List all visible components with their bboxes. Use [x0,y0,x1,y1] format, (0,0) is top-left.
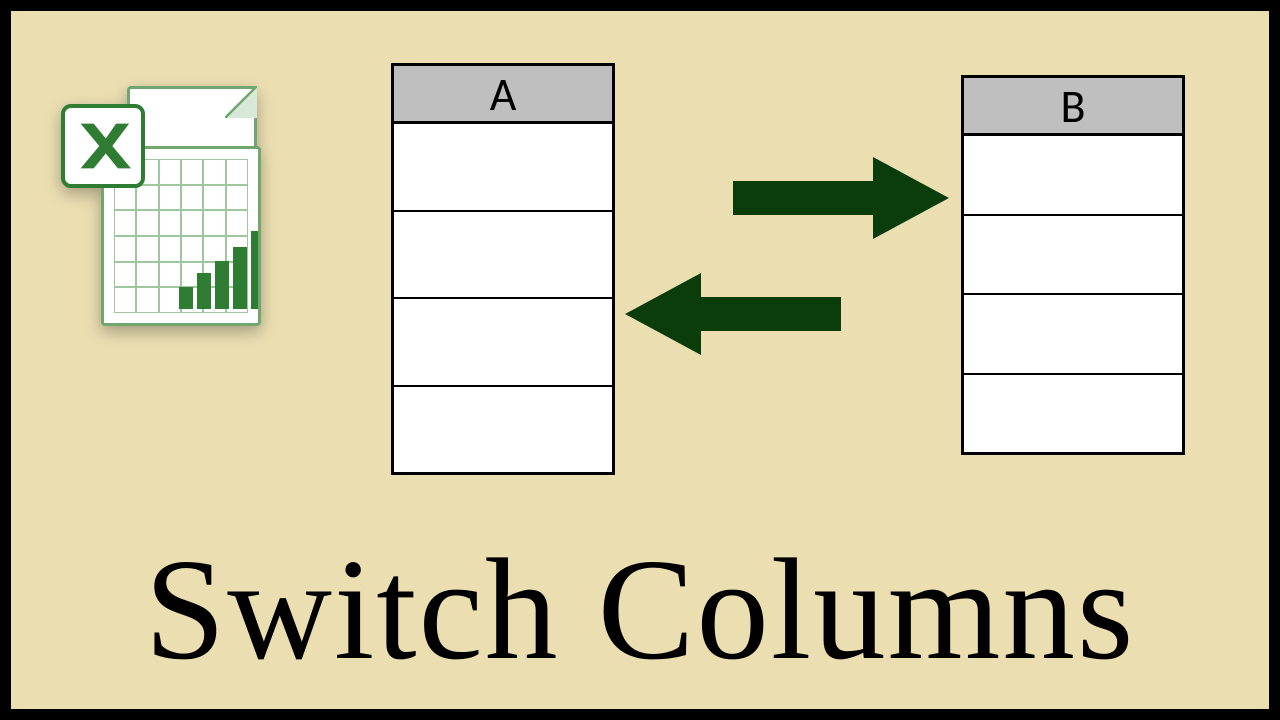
cell [394,124,612,212]
cell [394,387,612,473]
title-text: Switch Columns [11,527,1269,693]
arrow-left-icon [621,269,841,359]
excel-icon [71,86,281,336]
column-a-body [394,124,612,472]
cell [394,299,612,387]
x-logo [61,104,145,188]
cell [964,295,1182,375]
column-a: A [391,63,615,475]
column-b-body [964,136,1182,452]
bar-chart-icon [179,231,261,309]
cell [964,375,1182,453]
column-b-header: B [964,78,1182,136]
column-a-header: A [394,66,612,124]
cell [964,136,1182,216]
cell [964,216,1182,296]
column-b: B [961,75,1185,455]
arrow-right-icon [733,153,953,243]
thumbnail-canvas: A B Switch Columns [8,8,1272,712]
cell [394,212,612,300]
